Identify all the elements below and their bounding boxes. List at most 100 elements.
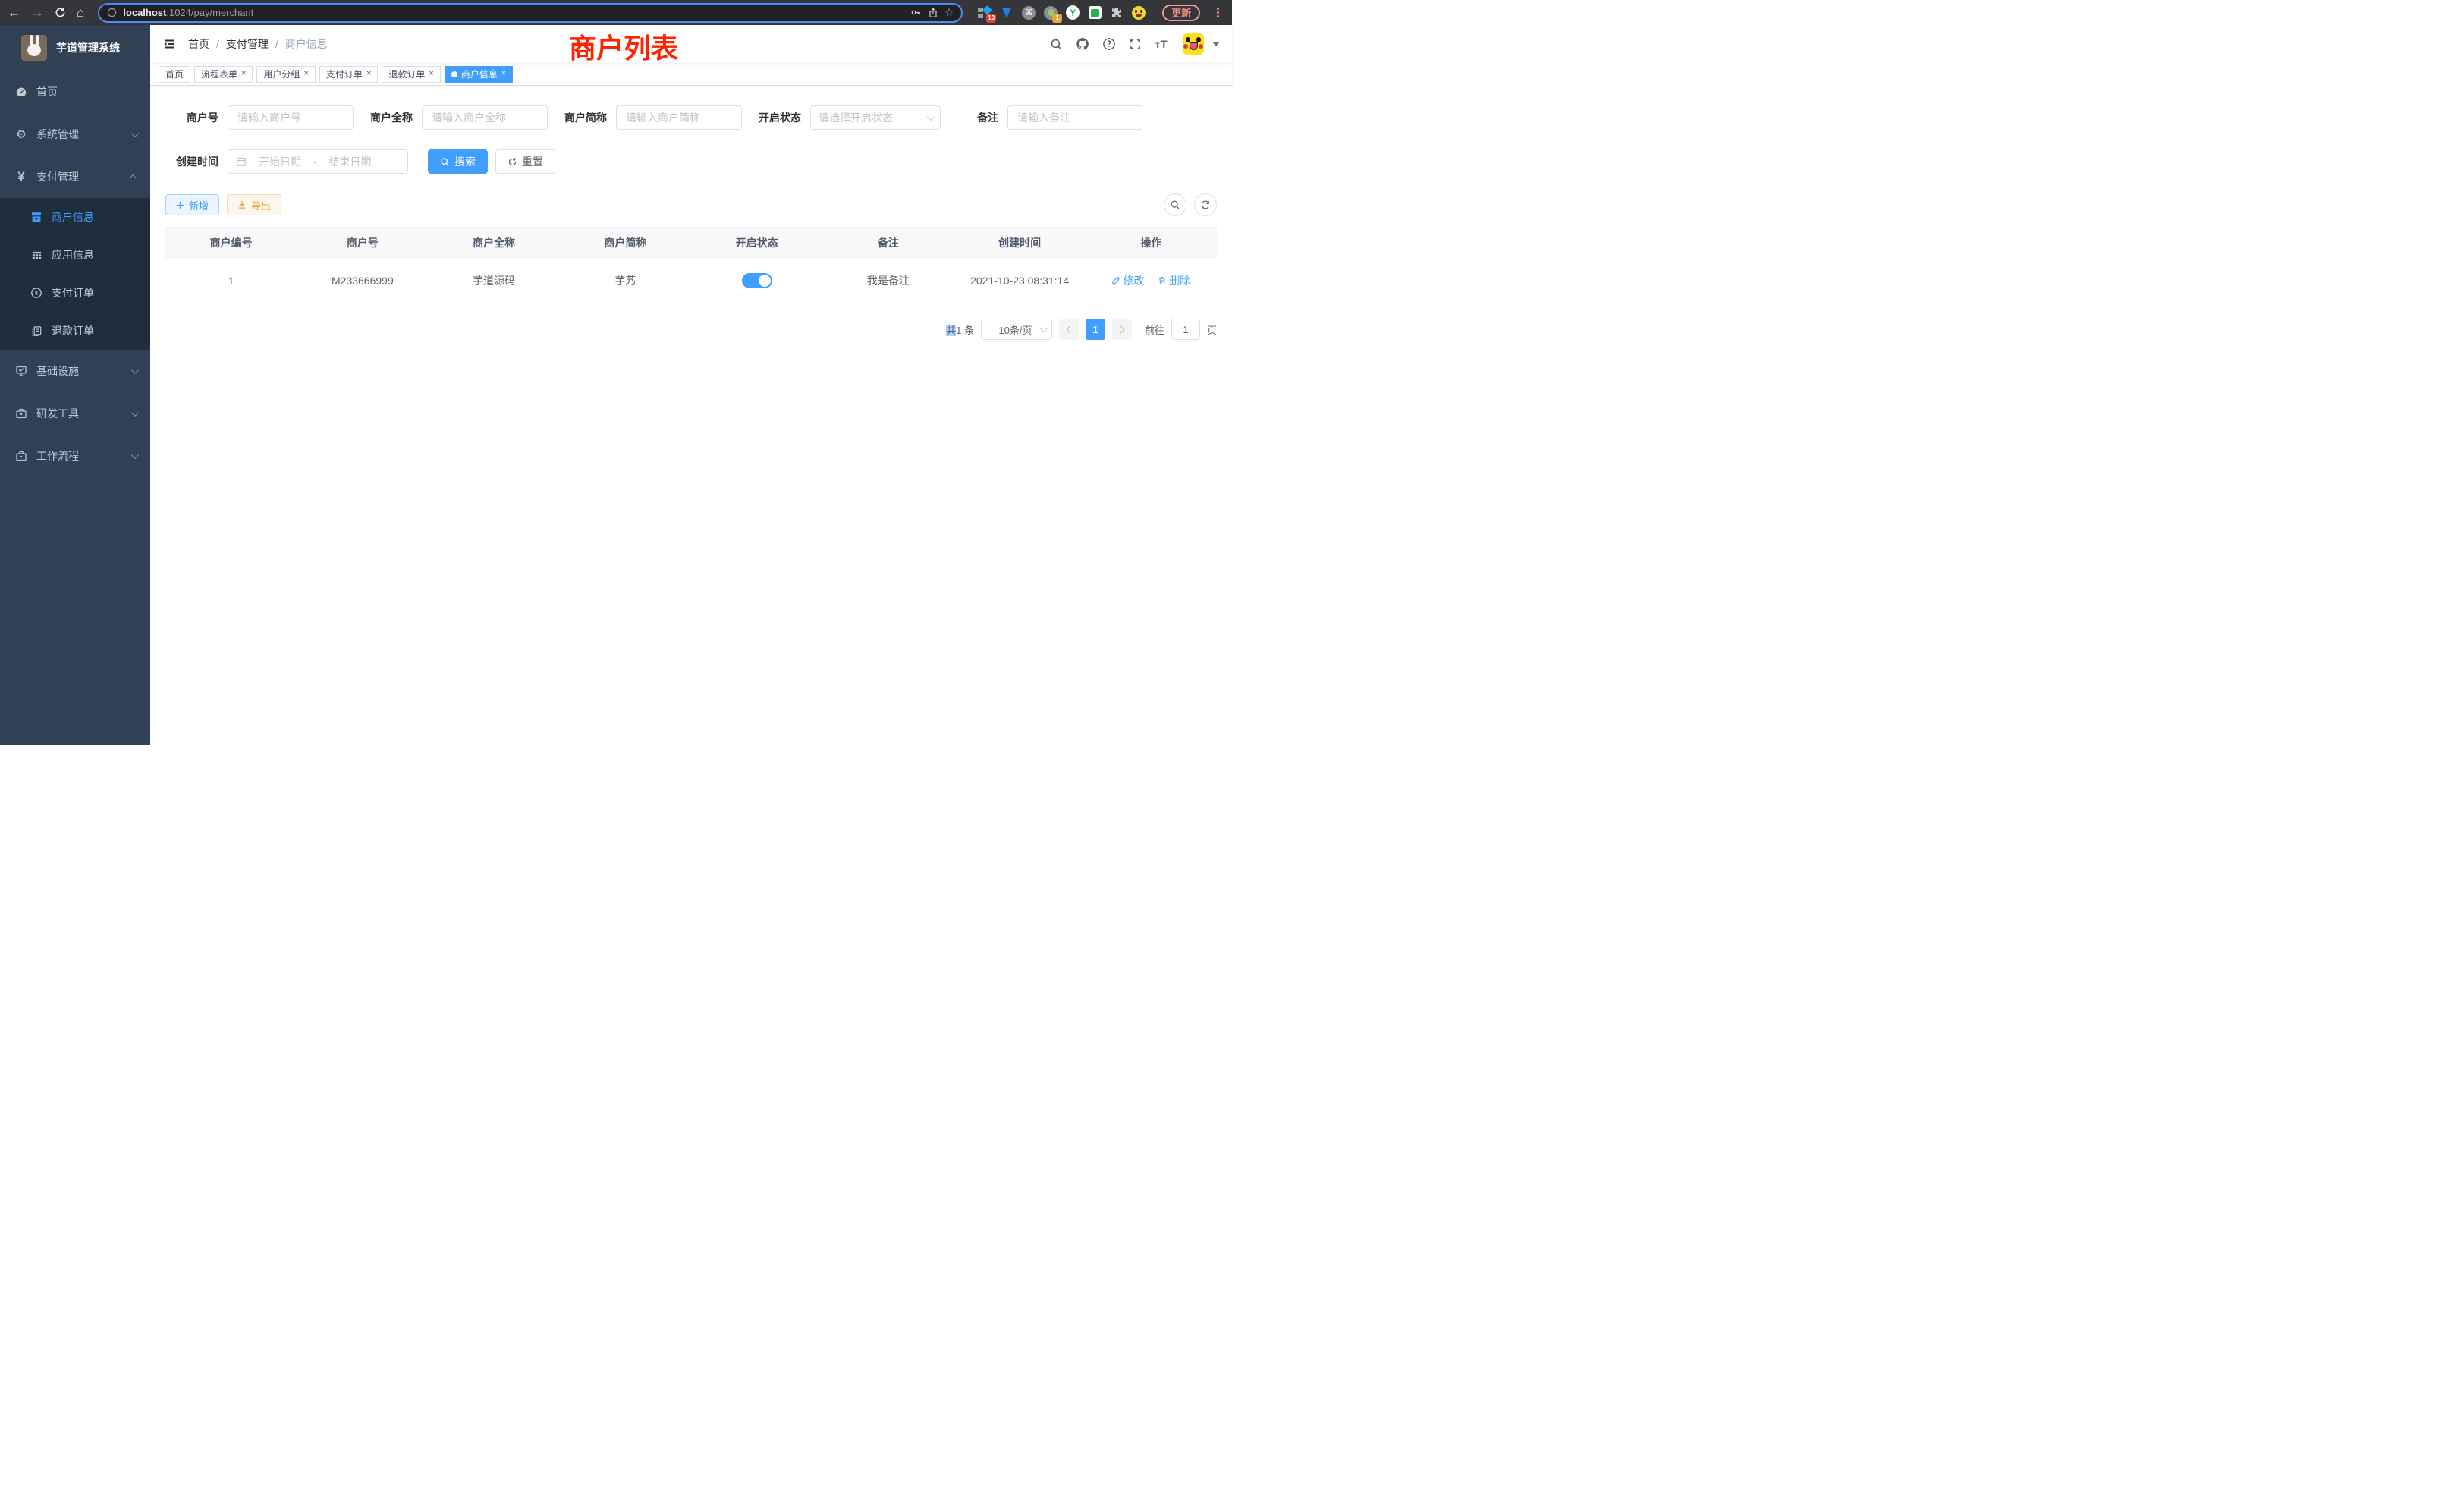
svg-text:T: T <box>1161 38 1168 50</box>
delete-link[interactable]: 删除 <box>1158 273 1190 288</box>
next-page-button[interactable] <box>1112 319 1132 340</box>
browser-menu-icon[interactable] <box>1217 8 1219 17</box>
col-header: 商户编号 <box>165 235 297 250</box>
tag-close-icon[interactable]: × <box>501 70 506 78</box>
extension-blocks-icon[interactable]: 10 <box>978 6 992 20</box>
pagination-total: 共1 条 <box>946 322 974 337</box>
profile-emoji-icon[interactable] <box>1132 6 1146 20</box>
url-text: localhost:1024/pay/merchant <box>123 7 904 18</box>
chevron-down-icon <box>927 113 935 121</box>
cell-actions: 修改 删除 <box>1086 273 1217 288</box>
tags-view-bar: 首页 流程表单 × 用户分组 × 支付订单 × 退款订单 × 商户信息 × <box>150 63 1232 86</box>
share-icon[interactable] <box>928 8 938 18</box>
tag-pay-order[interactable]: 支付订单 × <box>319 66 378 83</box>
active-tag-dot <box>451 71 457 77</box>
toggle-search-button[interactable] <box>1164 193 1186 216</box>
sidebar-item-app-info[interactable]: 应用信息 <box>0 236 150 274</box>
table-toolbar: 新增 导出 <box>165 193 1217 216</box>
store-icon <box>30 211 42 223</box>
site-info-icon[interactable] <box>107 8 117 17</box>
filter-row-1: 商户号 商户全称 商户简称 开启状态 请选择开启状态 <box>165 105 1217 130</box>
extension-chat-icon[interactable] <box>1088 6 1102 20</box>
header-search-icon[interactable] <box>1050 38 1063 51</box>
avatar-dropdown-icon[interactable] <box>1212 42 1220 46</box>
start-date-input[interactable] <box>253 156 307 168</box>
tag-refund-order[interactable]: 退款订单 × <box>382 66 440 83</box>
merchant-no-input[interactable] <box>228 105 354 130</box>
chevron-down-icon <box>131 130 139 137</box>
breadcrumb-separator: / <box>275 38 278 50</box>
github-icon[interactable] <box>1076 37 1089 51</box>
goto-page-input[interactable] <box>1171 319 1200 340</box>
search-button[interactable]: 搜索 <box>428 149 488 174</box>
sidebar-item-pay[interactable]: ¥ 支付管理 <box>0 156 150 198</box>
page-size-value: 10条/页 <box>991 322 1040 337</box>
extension-recorder-icon[interactable]: 1 <box>1044 6 1058 20</box>
browser-home-icon[interactable]: ⌂ <box>77 6 84 19</box>
table-header-row: 商户编号 商户号 商户全称 商户简称 开启状态 备注 创建时间 操作 <box>165 228 1217 258</box>
add-button-label: 新增 <box>189 198 209 212</box>
user-avatar[interactable] <box>1183 33 1204 55</box>
tag-close-icon[interactable]: × <box>429 70 433 78</box>
extensions-puzzle-icon[interactable] <box>1110 6 1124 20</box>
remark-input[interactable] <box>1007 105 1142 130</box>
sidebar-item-pay-order[interactable]: ¥ 支付订单 <box>0 274 150 312</box>
full-name-input[interactable] <box>422 105 548 130</box>
end-date-input[interactable] <box>322 156 377 168</box>
chevron-left-icon <box>1067 325 1074 333</box>
browser-back-icon[interactable]: ← <box>8 6 20 19</box>
sidebar-item-label: 退款订单 <box>52 323 137 338</box>
cell-short-name: 芋艿 <box>560 273 691 288</box>
col-header: 开启状态 <box>691 235 822 250</box>
tag-close-icon[interactable]: × <box>366 70 371 78</box>
sidebar-item-system[interactable]: ⚙ 系统管理 <box>0 113 150 156</box>
sidebar-item-refund-order[interactable]: 退款订单 <box>0 312 150 350</box>
short-name-input[interactable] <box>616 105 742 130</box>
status-select-placeholder: 请选择开启状态 <box>819 110 927 125</box>
add-button[interactable]: 新增 <box>165 194 219 215</box>
bookmark-star-icon[interactable]: ☆ <box>944 6 954 19</box>
font-size-icon[interactable]: TT <box>1155 38 1170 50</box>
briefcase-icon <box>15 450 27 462</box>
browser-reload-icon[interactable] <box>55 7 66 18</box>
prev-page-button[interactable] <box>1059 319 1079 340</box>
status-toggle[interactable] <box>742 273 772 288</box>
chrome-update-button[interactable]: 更新 <box>1162 5 1200 21</box>
tag-close-icon[interactable]: × <box>241 70 246 78</box>
status-select[interactable]: 请选择开启状态 <box>810 105 941 130</box>
sidebar-logo[interactable]: 芋道管理系统 <box>0 25 150 71</box>
help-icon[interactable] <box>1102 37 1116 51</box>
sidebar-collapse-icon[interactable] <box>162 37 176 51</box>
date-range-separator: - <box>313 156 316 168</box>
extension-command-icon[interactable]: ⌘ <box>1022 6 1036 20</box>
chevron-down-icon <box>131 366 139 374</box>
extension-y-icon[interactable]: Y <box>1066 6 1080 20</box>
breadcrumb-pay[interactable]: 支付管理 <box>226 36 269 52</box>
breadcrumb-home[interactable]: 首页 <box>188 36 209 52</box>
export-button[interactable]: 导出 <box>227 194 281 215</box>
browser-forward-icon[interactable]: → <box>31 6 44 19</box>
page-number-button[interactable]: 1 <box>1086 319 1105 340</box>
page-size-select[interactable]: 10条/页 <box>981 319 1052 340</box>
refresh-button[interactable] <box>1194 193 1217 216</box>
date-range-picker[interactable]: - <box>228 149 408 174</box>
app-title: 芋道管理系统 <box>56 40 120 55</box>
tag-home[interactable]: 首页 <box>159 66 190 83</box>
tag-flow-form[interactable]: 流程表单 × <box>194 66 253 83</box>
edit-link[interactable]: 修改 <box>1111 273 1144 288</box>
tag-merchant-info[interactable]: 商户信息 × <box>445 66 513 83</box>
password-key-icon[interactable] <box>910 7 922 18</box>
col-header: 备注 <box>822 235 954 250</box>
extension-gem-icon[interactable] <box>1000 6 1014 20</box>
field-label: 创建时间 <box>165 154 218 169</box>
tag-close-icon[interactable]: × <box>303 70 308 78</box>
fullscreen-icon[interactable] <box>1129 38 1142 51</box>
sidebar-item-workflow[interactable]: 工作流程 <box>0 435 150 477</box>
sidebar-item-infra[interactable]: 基础设施 <box>0 350 150 392</box>
sidebar-item-dev-tools[interactable]: 研发工具 <box>0 392 150 435</box>
sidebar-item-home[interactable]: 首页 <box>0 71 150 113</box>
sidebar-item-merchant-info[interactable]: 商户信息 <box>0 198 150 236</box>
reset-button[interactable]: 重置 <box>495 149 555 174</box>
tag-user-group[interactable]: 用户分组 × <box>256 66 315 83</box>
address-bar[interactable]: localhost:1024/pay/merchant ☆ <box>98 3 963 23</box>
